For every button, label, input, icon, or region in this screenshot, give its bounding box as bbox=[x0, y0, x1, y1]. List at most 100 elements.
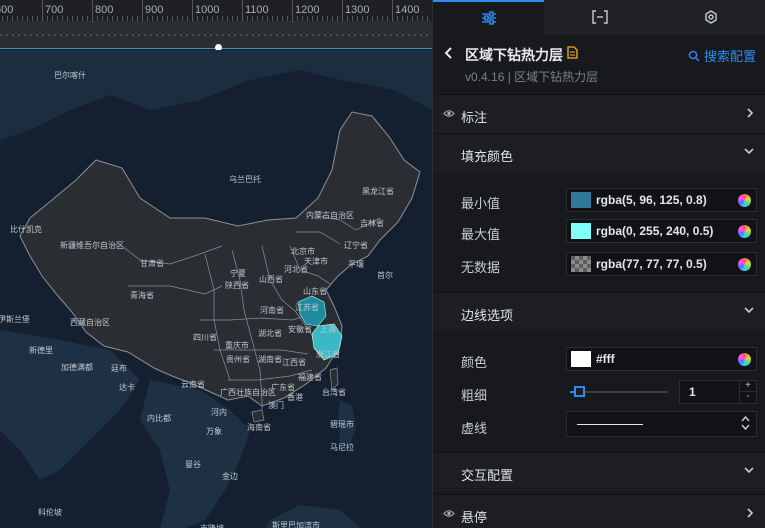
color-wheel-icon[interactable] bbox=[738, 258, 751, 271]
ruler-minor-tick bbox=[17, 16, 18, 21]
ruler-label: 800 bbox=[95, 4, 114, 16]
map-place-label: 曼谷 bbox=[185, 460, 201, 469]
fill-min-color-input[interactable]: rgba(5, 96, 125, 0.8) bbox=[566, 188, 757, 212]
ruler-minor-tick bbox=[57, 16, 58, 21]
color-wheel-icon[interactable] bbox=[738, 353, 751, 366]
border-width-slider-thumb[interactable] bbox=[573, 386, 585, 397]
ruler-minor-tick bbox=[152, 16, 153, 21]
map-canvas[interactable]: 600 700 800 900 1000 1100 1200 1300 1400 bbox=[0, 0, 432, 528]
fill-min-swatch[interactable] bbox=[571, 192, 591, 208]
stepper-down-button[interactable]: - bbox=[739, 392, 756, 403]
horizontal-ruler: 600 700 800 900 1000 1100 1200 1300 1400 bbox=[0, 0, 432, 22]
map-place-label: 新德里 bbox=[29, 345, 53, 355]
section-interaction[interactable]: 交互配置 bbox=[433, 452, 765, 491]
ruler-minor-tick bbox=[247, 16, 248, 21]
ruler-major-tick bbox=[292, 0, 293, 22]
ruler-label: 1000 bbox=[195, 4, 220, 16]
border-dash-row: 虚线 bbox=[433, 410, 765, 440]
ruler-minor-tick bbox=[52, 16, 53, 21]
tab-data[interactable] bbox=[544, 0, 655, 34]
eye-icon[interactable] bbox=[443, 109, 455, 118]
border-color-row: 颜色 #fff bbox=[433, 344, 765, 374]
map-place-label: 青海省 bbox=[130, 290, 154, 300]
border-color-input[interactable]: #fff bbox=[566, 347, 757, 371]
sliders-icon bbox=[481, 11, 496, 25]
ruler-minor-tick bbox=[62, 16, 63, 21]
map-place-label: 广东省 bbox=[271, 382, 295, 392]
map-place-label: 安徽省 bbox=[288, 324, 312, 334]
section-border[interactable]: 边线选项 bbox=[433, 292, 765, 331]
ruler-minor-tick bbox=[372, 16, 373, 21]
map-place-label: 马尼拉 bbox=[330, 442, 354, 452]
document-icon[interactable] bbox=[567, 46, 578, 59]
ruler-minor-tick bbox=[427, 16, 428, 21]
ruler-label: 700 bbox=[45, 4, 64, 16]
ruler-minor-tick bbox=[272, 16, 273, 21]
border-width-stepper[interactable]: 1 + - bbox=[679, 380, 757, 404]
border-dash-select[interactable] bbox=[566, 411, 757, 437]
map-place-label: 甘肃省 bbox=[140, 258, 164, 268]
ruler-minor-tick bbox=[187, 16, 188, 21]
tab-interaction[interactable] bbox=[655, 0, 765, 34]
map-place-label: 廷布 bbox=[111, 363, 127, 373]
fill-max-swatch[interactable] bbox=[571, 223, 591, 239]
config-panel: 区域下钻热力层 搜索配置 v0.4.16 | 区域下钻热力层 标注 填充颜色 最… bbox=[432, 0, 765, 528]
color-wheel-icon[interactable] bbox=[738, 225, 751, 238]
ruler-major-tick bbox=[342, 0, 343, 22]
ruler-minor-tick bbox=[357, 16, 358, 21]
ruler-minor-tick bbox=[237, 16, 238, 21]
search-config-link[interactable]: 搜索配置 bbox=[688, 46, 756, 65]
fill-nodata-color-input[interactable]: rgba(77, 77, 77, 0.5) bbox=[566, 252, 757, 276]
ruler-minor-tick bbox=[367, 16, 368, 21]
ruler-major-tick bbox=[392, 0, 393, 22]
eye-icon[interactable] bbox=[443, 509, 455, 518]
border-color-swatch[interactable] bbox=[571, 351, 591, 367]
china-heatmap[interactable]: 巴尔喀什乌兰巴托比什凯克新疆维吾尔自治区黑龙江省吉林省辽宁省内蒙古自治区北京市天… bbox=[0, 50, 432, 528]
fill-max-label: 最大值 bbox=[461, 227, 501, 242]
ruler-major-tick bbox=[92, 0, 93, 22]
ruler-minor-tick bbox=[322, 16, 323, 21]
ruler-minor-tick bbox=[87, 16, 88, 21]
chevron-right-icon bbox=[747, 108, 754, 118]
ruler-minor-tick bbox=[77, 16, 78, 21]
fill-max-value: rgba(0, 255, 240, 0.5) bbox=[596, 224, 714, 238]
ruler-minor-tick bbox=[382, 16, 383, 21]
data-bracket-icon bbox=[591, 10, 608, 24]
chevron-down-icon bbox=[744, 148, 754, 155]
color-wheel-icon[interactable] bbox=[738, 194, 751, 207]
map-place-label: 新疆维吾尔自治区 bbox=[60, 240, 124, 250]
map-place-label: 宁夏 bbox=[230, 268, 246, 278]
section-fill-color[interactable]: 填充颜色 bbox=[433, 133, 765, 172]
section-hover[interactable]: 悬停 bbox=[433, 494, 765, 528]
ruler-minor-tick bbox=[352, 16, 353, 21]
ruler-minor-tick bbox=[407, 16, 408, 21]
fill-nodata-swatch[interactable] bbox=[571, 256, 591, 272]
map-place-label: 澳门 bbox=[268, 400, 284, 410]
map-place-label: 福建省 bbox=[298, 372, 322, 382]
component-title: 区域下钻热力层 bbox=[465, 47, 563, 63]
panel-tabs bbox=[433, 0, 765, 34]
ruler-minor-tick bbox=[337, 16, 338, 21]
section-label[interactable]: 标注 bbox=[433, 94, 765, 133]
search-config-label: 搜索配置 bbox=[703, 49, 756, 64]
section-interaction-title: 交互配置 bbox=[461, 468, 514, 483]
ruler-minor-tick bbox=[7, 16, 8, 21]
ruler-minor-tick bbox=[82, 16, 83, 21]
ruler-minor-tick bbox=[67, 16, 68, 21]
ruler-minor-tick bbox=[147, 16, 148, 21]
ruler-minor-tick bbox=[362, 16, 363, 21]
ruler-minor-tick bbox=[117, 16, 118, 21]
fill-max-color-input[interactable]: rgba(0, 255, 240, 0.5) bbox=[566, 219, 757, 243]
ruler-minor-tick bbox=[132, 16, 133, 21]
map-place-label: 山西省 bbox=[259, 274, 283, 284]
ruler-minor-tick bbox=[387, 16, 388, 21]
back-arrow-icon[interactable] bbox=[442, 46, 456, 60]
map-place-label: 吉隆坡 bbox=[200, 523, 224, 528]
map-place-label: 河南省 bbox=[260, 305, 284, 315]
ruler-label: 1100 bbox=[245, 4, 269, 16]
india-land bbox=[0, 330, 140, 480]
ruler-minor-tick bbox=[112, 16, 113, 21]
tab-style[interactable] bbox=[433, 0, 544, 34]
map-place-label: 比什凯克 bbox=[10, 224, 42, 234]
ruler-minor-tick bbox=[422, 16, 423, 21]
